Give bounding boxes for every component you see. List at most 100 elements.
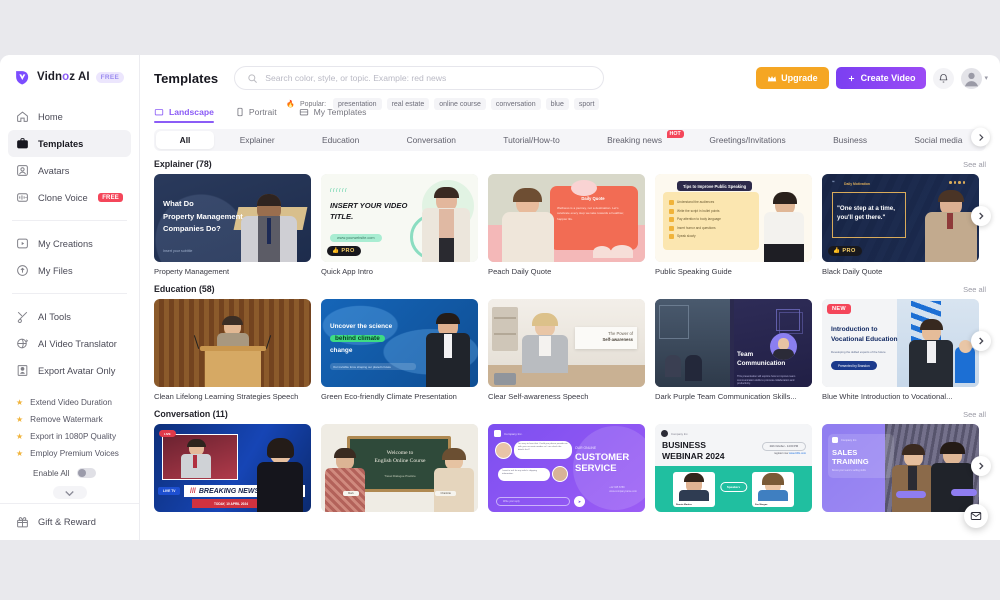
sidebar-item-label: Clone Voice (38, 192, 88, 203)
template-card[interactable]: Clean Lifelong Learning Strategies Speec… (154, 299, 311, 401)
brand-free-badge: FREE (95, 71, 125, 83)
sidebar-item-avatars[interactable]: Avatars (8, 157, 131, 184)
search-box[interactable] (234, 66, 605, 90)
category-breaking-news[interactable]: Breaking news HOT (583, 129, 685, 151)
collapse-perks-button[interactable] (52, 486, 87, 499)
sidebar-item-export-avatar-only[interactable]: Export Avatar Only (8, 357, 131, 384)
category-conversation[interactable]: Conversation (383, 129, 480, 151)
thumb-tag: Daily Motivation (844, 182, 870, 186)
template-card[interactable]: Uncover the science behind climate chang… (321, 299, 478, 401)
sidebar: Vidnoz AI FREE Home Templates Avatars Cl… (0, 55, 140, 540)
sidebar-item-ai-tools[interactable]: AI Tools (8, 303, 131, 330)
sidebar-item-clone-voice[interactable]: Clone Voice FREE (8, 184, 131, 211)
thumb-sub: This presentation will explore how to im… (737, 375, 796, 386)
template-card[interactable]: Company Inc. SALES TRAINING Boost your t… (822, 424, 979, 517)
thumb-kicker: OUR ONLINE (575, 446, 597, 450)
see-all-link[interactable]: See all (963, 285, 986, 294)
user-menu[interactable]: ▾ (961, 67, 988, 89)
template-card[interactable]: Company Inc. BUSINESS WEBINAR 2024 24th … (655, 424, 812, 517)
tab-landscape[interactable]: Landscape (154, 101, 214, 123)
chat-bubble: I want to ask for my order's shipping in… (498, 468, 550, 481)
categories-next-button[interactable] (971, 127, 990, 147)
thumb-text: Team Communication (737, 351, 786, 367)
template-card[interactable]: "One step at a time, you'll get there." … (822, 174, 979, 276)
see-all-link[interactable]: See all (963, 160, 986, 169)
category-explainer[interactable]: Explainer (216, 129, 298, 151)
popular-tag[interactable]: real estate (386, 98, 430, 110)
sidebar-item-label: Gift & Reward (38, 517, 96, 527)
thumb-head: Tips to Improve Public Speaking (677, 181, 753, 191)
speaker-name: Ronnie Martins (676, 504, 692, 506)
sidebar-footer: Gift & Reward (0, 503, 139, 540)
perk-label: Remove Watermark (30, 415, 103, 424)
thumb-body: Wellness is a journey, not a destination… (557, 206, 625, 221)
chevron-right-icon (979, 462, 984, 470)
sidebar-item-home[interactable]: Home (8, 103, 131, 130)
sidebar-item-label: Avatars (38, 165, 70, 176)
thumb-sub: Developing the skilled experts of the fu… (831, 350, 886, 354)
perk-item: ★ Employ Premium Voices (8, 445, 131, 462)
see-all-link[interactable]: See all (963, 410, 986, 419)
upgrade-button[interactable]: Upgrade (756, 67, 829, 89)
row-next-button[interactable] (971, 331, 991, 351)
notifications-button[interactable] (933, 67, 955, 89)
template-title: Public Speaking Guide (655, 267, 732, 276)
popular-tag[interactable]: conversation (490, 98, 541, 110)
category-tutorial[interactable]: Tutorial/How-to (480, 129, 584, 151)
search-input[interactable] (265, 73, 592, 83)
template-card[interactable]: The Power of Self-awareness Clear Self-a… (488, 299, 645, 401)
template-card[interactable]: ////// INSERT YOUR VIDEO TITLE. www.your… (321, 174, 478, 276)
thumb-sub: Boost your team's selling skills (832, 469, 866, 472)
template-card[interactable]: What Do Property Management Companies Do… (154, 174, 311, 276)
live-tv-badge: LIVE TV (158, 487, 181, 495)
category-all[interactable]: All (156, 131, 215, 149)
brand-logo[interactable]: Vidnoz AI FREE (0, 55, 139, 99)
sidebar-item-ai-video-translator[interactable]: AI Video Translator (8, 330, 131, 357)
sidebar-item-label: Home (38, 111, 63, 122)
row-next-button[interactable] (971, 456, 991, 476)
template-card[interactable]: Company Inc. OUR ONLINE CUSTOMER SERVICE… (488, 424, 645, 517)
thumb-text: BUSINESS WEBINAR 2024 (662, 440, 725, 461)
thumb-url: www.yourwebsite.com (330, 234, 382, 242)
chevron-right-icon (979, 337, 984, 345)
template-thumbnail: The Power of Self-awareness (488, 299, 645, 387)
webinar-date: 24th October - 14:00 PM (761, 442, 806, 451)
thumb-text: Uncover the science behind climate chang… (330, 323, 393, 354)
chat-support-button[interactable] (964, 504, 988, 528)
popular-tag[interactable]: blue (545, 98, 569, 110)
template-card[interactable]: Team Communication This presentation wil… (655, 299, 812, 401)
portrait-icon (237, 107, 243, 117)
popular-tag[interactable]: online course (434, 98, 486, 110)
section-conversation: Conversation (11) See all LIVE LIVE TV /… (154, 409, 1000, 517)
sidebar-item-my-files[interactable]: My Files (8, 257, 131, 284)
sidebar-item-label: AI Video Translator (38, 338, 117, 349)
tab-portrait[interactable]: Portrait (236, 101, 277, 123)
tab-my-templates[interactable]: My Templates (299, 101, 366, 123)
sidebar-nav-secondary: My Creations My Files (0, 226, 139, 288)
template-card[interactable]: Introduction to Vocational Education Dev… (822, 299, 979, 401)
thumb-text: Welcome to English Online Course (374, 450, 426, 464)
perk-item: ★ Extend Video Duration (8, 394, 131, 411)
category-greetings[interactable]: Greetings/Invitations (686, 129, 810, 151)
chevron-down-icon: ▾ (984, 75, 988, 82)
enable-all-toggle[interactable] (77, 468, 97, 478)
popular-tag[interactable]: sport (573, 98, 600, 110)
template-card[interactable]: Tips to Improve Public Speaking Understa… (655, 174, 812, 276)
sidebar-item-templates[interactable]: Templates (8, 130, 131, 157)
template-card[interactable]: Welcome to English Online Course Travel … (321, 424, 478, 517)
category-education[interactable]: Education (298, 129, 383, 151)
sidebar-item-label: AI Tools (38, 311, 71, 322)
template-thumbnail: Welcome to English Online Course Travel … (321, 424, 478, 512)
create-video-label: Create Video (860, 73, 916, 83)
sidebar-item-label: Templates (38, 138, 84, 149)
create-video-button[interactable]: Create Video (835, 67, 927, 89)
sidebar-item-my-creations[interactable]: My Creations (8, 230, 131, 257)
thumb-text: "One step at a time, you'll get there." (837, 205, 895, 222)
category-business[interactable]: Business (809, 129, 890, 151)
home-icon (17, 111, 28, 122)
sidebar-item-gift-reward[interactable]: Gift & Reward (8, 512, 131, 532)
row-next-button[interactable] (971, 206, 991, 226)
template-card[interactable]: Daily Quote Wellness is a journey, not a… (488, 174, 645, 276)
template-card[interactable]: LIVE LIVE TV /// BREAKING NEWS TODAY, 10… (154, 424, 311, 517)
thumb-text: SALES TRAINING (832, 448, 869, 467)
